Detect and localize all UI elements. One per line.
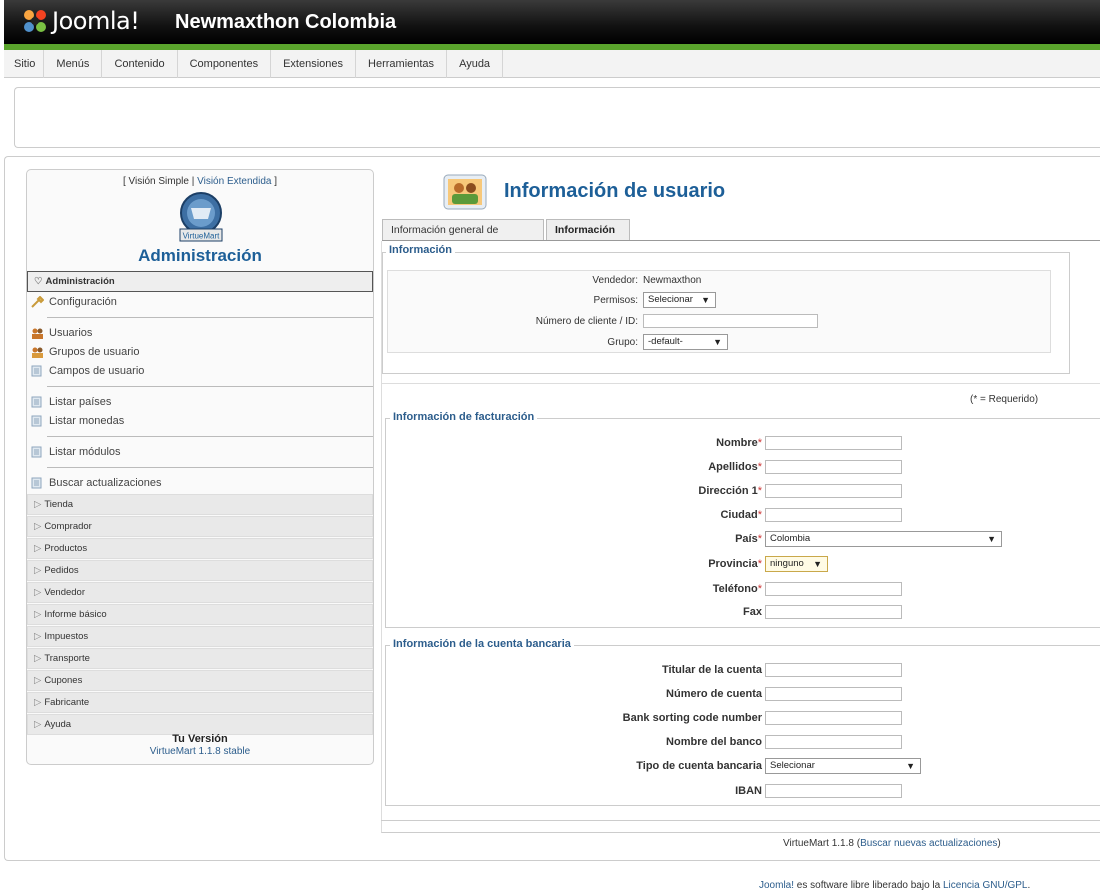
page-title: Información de usuario: [504, 180, 726, 202]
numero-cuenta-input[interactable]: [765, 687, 902, 701]
field-label: Fax: [743, 606, 762, 618]
vm-footer-paren: ): [997, 838, 1001, 849]
nombre-banco-input[interactable]: [765, 735, 902, 749]
client-number-input[interactable]: [643, 314, 818, 328]
field-label: Apellidos: [708, 461, 758, 473]
billing-divider: [382, 383, 1100, 384]
vendor-value: Newmaxthon: [643, 275, 702, 286]
group-label: Grupo:: [607, 337, 638, 348]
required-note: (* = Requerido): [970, 394, 1039, 405]
menu-sitio[interactable]: Sitio: [4, 50, 45, 78]
required-mark: *: [757, 558, 762, 570]
joomla-footer: Joomla! es software libre liberado bajo …: [759, 880, 1030, 891]
bank-legend: Información de la cuenta bancaria: [390, 638, 574, 650]
titular-input[interactable]: [765, 663, 902, 677]
tab-informacion-general[interactable]: Información general de usuario: [382, 219, 544, 257]
tipo-cuenta-label: Tipo de cuenta bancaria: [636, 760, 762, 772]
chevron-down-icon: ▼: [713, 337, 722, 347]
direccion-input[interactable]: [765, 484, 902, 498]
tipo-cuenta-select[interactable]: Selecionar ▼: [765, 758, 921, 774]
pais-select-value: Colombia: [770, 533, 811, 544]
tipo-cuenta-select-value: Selecionar: [770, 760, 815, 771]
required-mark: *: [757, 509, 762, 521]
joomla-footer-text: es software libre liberado bajo la: [794, 880, 943, 891]
menu-herramientas[interactable]: Herramientas: [356, 50, 448, 78]
menu-componentes[interactable]: Componentes: [178, 50, 272, 78]
vm-footer: VirtueMart 1.1.8 (Buscar nuevas actualiz…: [783, 838, 1001, 849]
provincia-select-value: ninguno: [770, 558, 804, 569]
apellidos-label: Apellidos*: [560, 461, 762, 473]
billing-fieldset: [385, 418, 1100, 628]
nombre-input[interactable]: [765, 436, 902, 450]
field-label: País: [735, 533, 758, 545]
toolbar-area: [14, 87, 1100, 148]
joomla-footer-end: .: [1027, 880, 1031, 891]
permissions-select[interactable]: Selecionar ▼: [643, 292, 716, 308]
version-title: Tu Versión: [172, 733, 228, 745]
required-mark: *: [757, 437, 762, 449]
vendor-label: Vendedor:: [592, 275, 638, 286]
provincia-label: Provincia*: [560, 558, 762, 570]
users-icon: [443, 174, 487, 210]
fax-input[interactable]: [765, 605, 902, 619]
admin-menu-bar: Sitio Menús Contenido Componentes Extens…: [4, 50, 1100, 78]
telefono-label: Teléfono*: [560, 583, 762, 595]
pais-select[interactable]: Colombia ▼: [765, 531, 1002, 547]
direccion-label: Dirección 1*: [560, 485, 762, 497]
field-label: Teléfono: [712, 583, 758, 595]
apellidos-input[interactable]: [765, 460, 902, 474]
required-mark: *: [757, 533, 762, 545]
nombre-label: Nombre*: [560, 437, 762, 449]
sidebar-version-area: Tu Versión VirtueMart 1.1.8 stable: [26, 169, 374, 765]
chevron-down-icon: ▼: [701, 295, 710, 305]
nombre-banco-label: Nombre del banco: [666, 736, 762, 748]
site-title[interactable]: Newmaxthon Colombia: [175, 11, 396, 34]
iban-input[interactable]: [765, 784, 902, 798]
sorting-code-input[interactable]: [765, 711, 902, 725]
group-select-value: -default-: [648, 336, 683, 347]
chevron-down-icon: ▼: [813, 559, 822, 569]
field-label: Dirección 1: [698, 485, 758, 497]
license-link[interactable]: Licencia GNU/GPL: [943, 880, 1027, 891]
titular-label: Titular de la cuenta: [661, 664, 762, 676]
content-bottom-line: [381, 820, 1100, 821]
tab-informacion[interactable]: Información: [546, 219, 630, 241]
menu-menus[interactable]: Menús: [44, 50, 103, 78]
billing-legend: Información de facturación: [390, 411, 538, 423]
field-label: Nombre: [716, 437, 758, 449]
permissions-label: Permisos:: [593, 295, 638, 306]
version-text[interactable]: VirtueMart 1.1.8 stable: [26, 746, 374, 757]
vm-footer-version: VirtueMart 1.1.8: [783, 838, 854, 849]
menu-extensiones[interactable]: Extensiones: [271, 50, 357, 78]
field-label: Ciudad: [720, 509, 758, 521]
sorting-code-label: Bank sorting code number: [622, 712, 762, 724]
joomla-logo-icon[interactable]: [20, 6, 50, 36]
iban-label: IBAN: [735, 785, 762, 797]
joomla-link[interactable]: Joomla!: [759, 880, 794, 891]
info-legend: Información: [386, 244, 455, 256]
required-mark: *: [757, 583, 762, 595]
numero-cuenta-label: Número de cuenta: [666, 688, 762, 700]
fax-label: Fax: [560, 606, 762, 618]
chevron-down-icon: ▼: [987, 534, 996, 544]
check-updates-link[interactable]: Buscar nuevas actualizaciones: [860, 838, 997, 849]
telefono-input[interactable]: [765, 582, 902, 596]
chevron-down-icon: ▼: [906, 761, 915, 771]
ciudad-input[interactable]: [765, 508, 902, 522]
top-header: [4, 0, 1100, 44]
pais-label: País*: [560, 533, 762, 545]
menu-ayuda[interactable]: Ayuda: [447, 50, 504, 78]
provincia-select[interactable]: ninguno ▼: [765, 556, 828, 572]
client-number-label: Número de cliente / ID:: [535, 316, 638, 327]
required-mark: *: [757, 485, 762, 497]
ciudad-label: Ciudad*: [560, 509, 762, 521]
group-select[interactable]: -default- ▼: [643, 334, 728, 350]
field-label: Provincia: [708, 558, 758, 570]
required-mark: *: [757, 461, 762, 473]
permissions-select-value: Selecionar: [648, 294, 693, 305]
joomla-wordmark[interactable]: Joomla!: [52, 7, 140, 35]
menu-contenido[interactable]: Contenido: [102, 50, 178, 78]
